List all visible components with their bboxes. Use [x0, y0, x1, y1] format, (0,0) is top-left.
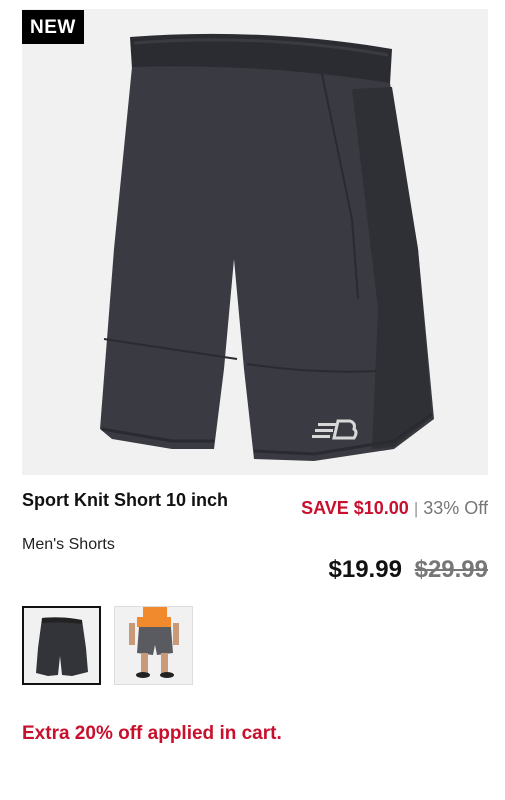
model-thumbnail-icon	[129, 607, 179, 678]
shorts-thumbnail-icon	[36, 617, 88, 676]
thumbnail-shorts-model[interactable]	[114, 606, 193, 685]
savings-info: SAVE $10.00 | 33% Off	[288, 492, 488, 525]
price-row: $19.99 $29.99	[329, 556, 488, 584]
product-category: Men's Shorts	[22, 536, 115, 553]
shorts-product-image	[100, 33, 434, 462]
current-price: $19.99	[328, 556, 402, 583]
save-amount: SAVE $10.00	[301, 498, 409, 518]
product-image[interactable]	[22, 9, 488, 475]
product-title[interactable]: Sport Knit Short 10 inch	[22, 490, 228, 511]
price-separator: |	[413, 499, 419, 518]
thumbnail-shorts-flat[interactable]	[22, 606, 101, 685]
promo-message: Extra 20% off applied in cart.	[22, 723, 282, 744]
discount-percent: 33% Off	[423, 498, 488, 518]
original-price: $29.99	[414, 556, 488, 583]
new-badge: NEW	[22, 10, 84, 44]
